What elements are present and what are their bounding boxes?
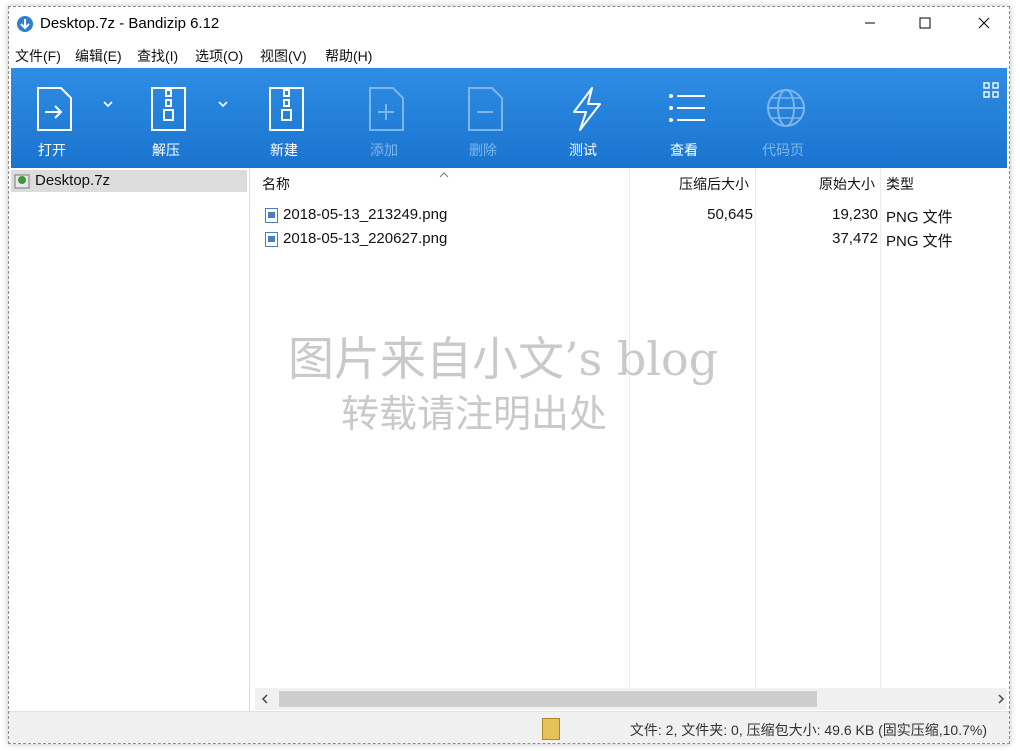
file-original-size: 37,472: [832, 230, 878, 247]
tree-item-label: Desktop.7z: [35, 172, 111, 189]
close-icon: [978, 17, 990, 29]
open-dropdown-chevron-icon[interactable]: [102, 98, 114, 110]
file-packed-size: 50,645: [707, 206, 753, 223]
add-label: 添加: [370, 142, 398, 158]
extract-label: 解压: [152, 142, 180, 158]
open-label: 打开: [38, 142, 66, 158]
delete-label: 删除: [469, 142, 497, 158]
layout-grid-icon[interactable]: [983, 82, 999, 98]
add-file-icon: [369, 87, 404, 131]
scroll-left-arrow-icon[interactable]: [261, 694, 269, 704]
delete-file-icon: [468, 87, 503, 131]
watermark-line-2: 转载请注明出处: [341, 392, 608, 436]
scrollbar-thumb[interactable]: [279, 691, 817, 707]
title-bar: Desktop.7z - Bandizip 6.12: [9, 7, 1009, 41]
file-name: 2018-05-13_213249.png: [283, 206, 448, 223]
table-row[interactable]: 2018-05-13_213249.png 50,645 19,230 PNG …: [255, 202, 1007, 226]
extract-zip-icon: [151, 87, 186, 131]
menu-file[interactable]: 文件(F): [15, 46, 61, 66]
open-archive-icon: [37, 87, 72, 131]
close-button[interactable]: [961, 7, 1007, 39]
file-name: 2018-05-13_220627.png: [283, 230, 448, 247]
menu-edit[interactable]: 编辑(E): [75, 46, 122, 66]
maximize-button[interactable]: [902, 7, 948, 39]
maximize-icon: [919, 17, 931, 29]
list-view-icon: [669, 94, 705, 122]
test-button[interactable]: 测试: [548, 68, 618, 168]
file-type: PNG 文件: [886, 233, 953, 250]
png-file-icon: [265, 208, 278, 223]
column-header-name[interactable]: 名称: [262, 174, 290, 194]
table-row[interactable]: 2018-05-13_220627.png 37,472 PNG 文件: [255, 226, 1007, 250]
menu-view[interactable]: 视图(V): [260, 46, 307, 66]
tree-item-archive-root[interactable]: Desktop.7z: [11, 170, 247, 192]
view-button[interactable]: 查看: [649, 68, 719, 168]
new-archive-icon: [269, 87, 304, 131]
minimize-button[interactable]: [847, 7, 893, 39]
new-label: 新建: [270, 142, 298, 158]
app-window: Desktop.7z - Bandizip 6.12 文件(F) 编辑(E) 查…: [8, 6, 1010, 744]
extract-dropdown-chevron-icon[interactable]: [217, 98, 229, 110]
archive-status-icon: [542, 718, 560, 740]
delete-button[interactable]: 删除: [448, 68, 518, 168]
status-bar: 文件: 2, 文件夹: 0, 压缩包大小: 49.6 KB (固实压缩,10.7…: [9, 711, 1009, 743]
window-title: Desktop.7z - Bandizip 6.12: [40, 15, 220, 32]
file-original-size: 19,230: [832, 206, 878, 223]
column-header-packed-size[interactable]: 压缩后大小: [679, 174, 749, 194]
bandizip-app-icon: [16, 15, 34, 33]
file-list-pane: 名称 压缩后大小 原始大小 类型 2018-05-13_213249.png 5…: [255, 168, 1007, 688]
codepage-label: 代码页: [762, 142, 804, 158]
file-type: PNG 文件: [886, 209, 953, 226]
sort-ascending-icon: [439, 172, 449, 178]
open-button[interactable]: 打开: [17, 68, 87, 168]
folder-tree-pane: Desktop.7z: [11, 168, 250, 714]
codepage-button[interactable]: 代码页: [748, 68, 818, 168]
column-header-original-size[interactable]: 原始大小: [819, 174, 875, 194]
minimize-icon: [865, 22, 875, 24]
png-file-icon: [265, 232, 278, 247]
lightning-test-icon: [573, 87, 601, 131]
add-button[interactable]: 添加: [349, 68, 419, 168]
status-text: 文件: 2, 文件夹: 0, 压缩包大小: 49.6 KB (固实压缩,10.7…: [629, 722, 987, 738]
menu-bar: 文件(F) 编辑(E) 查找(I) 选项(O) 视图(V) 帮助(H): [9, 43, 1009, 67]
extract-button[interactable]: 解压: [131, 68, 201, 168]
horizontal-scrollbar[interactable]: [255, 688, 1007, 710]
new-button[interactable]: 新建: [249, 68, 319, 168]
test-label: 测试: [569, 142, 597, 158]
toolbar: 打开 解压 新建 添加 删除 测试 查看 代码页: [11, 68, 1007, 168]
menu-find[interactable]: 查找(I): [137, 46, 178, 66]
view-label: 查看: [670, 142, 698, 158]
column-header-type[interactable]: 类型: [886, 174, 914, 194]
scroll-right-arrow-icon[interactable]: [997, 694, 1005, 704]
globe-codepage-icon: [767, 89, 805, 127]
menu-options[interactable]: 选项(O): [195, 46, 243, 66]
watermark-line-1: 图片来自小文’s blog: [288, 332, 719, 386]
menu-help[interactable]: 帮助(H): [325, 46, 372, 66]
archive-7z-icon: [14, 174, 30, 189]
